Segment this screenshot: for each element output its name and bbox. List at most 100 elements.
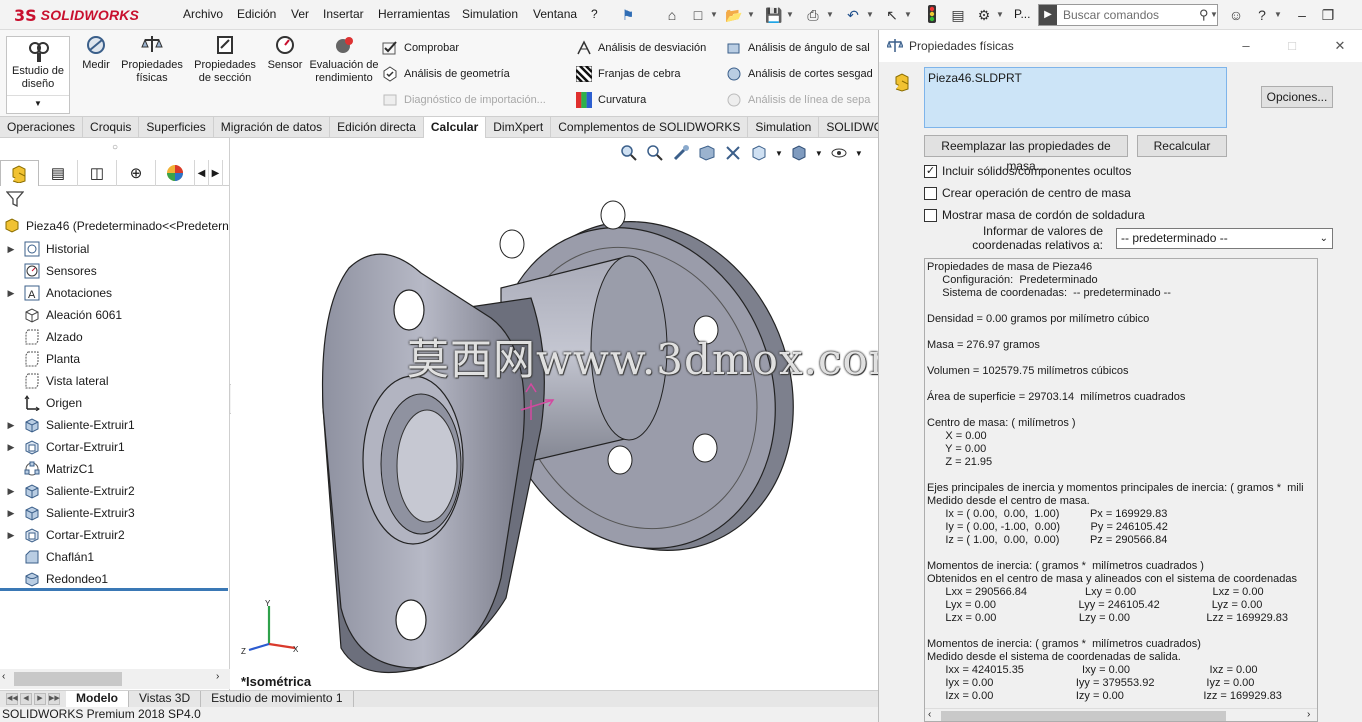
prev-tab-icon[interactable]: ◀ [20, 693, 32, 705]
menu-insertar[interactable]: Insertar [323, 7, 364, 21]
tree-item[interactable]: ▶ Saliente-Extruir2 [0, 480, 226, 502]
expand-arrow-icon[interactable]: ▶ [0, 244, 22, 255]
scroll-right-icon[interactable]: › [1307, 709, 1310, 720]
tree-item[interactable]: Vista lateral [0, 370, 226, 392]
chevron-down-icon[interactable]: ▼ [747, 5, 755, 25]
chevron-down-icon[interactable]: ▼ [1210, 5, 1218, 25]
tab-superficies[interactable]: Superficies [139, 117, 214, 138]
chevron-down-icon[interactable]: ▼ [866, 5, 874, 25]
home-icon[interactable]: ⌂ [662, 5, 682, 25]
expand-arrow-icon[interactable]: ▶ [0, 442, 22, 453]
measure-button[interactable]: Medir [76, 34, 116, 72]
curvature-button[interactable]: Curvatura [576, 90, 706, 110]
tabs-scroll-left-icon[interactable]: ◀ [195, 160, 209, 186]
help-icon[interactable]: ? [1252, 5, 1272, 25]
chevron-down-icon[interactable]: ▼ [826, 5, 834, 25]
chevron-down-icon[interactable]: ▼ [7, 95, 69, 111]
checkbox-checked-icon[interactable]: ✓ [924, 164, 937, 178]
tree-item[interactable]: Alzado [0, 326, 226, 348]
tab-featuremanager[interactable] [0, 160, 39, 186]
search-input[interactable]: Buscar comandos [1057, 8, 1199, 22]
coordinate-system-select[interactable]: -- predeterminado -- ⌄ [1116, 228, 1333, 249]
tree-horizontal-scrollbar[interactable]: ‹ › [0, 669, 230, 689]
create-center-of-mass-checkbox[interactable]: Crear operación de centro de masa [924, 186, 1131, 200]
tab-dimxpertmanager[interactable]: ⊕ [117, 160, 156, 186]
pin-icon[interactable]: ⚑ [618, 5, 638, 25]
show-weld-bead-mass-checkbox[interactable]: Mostrar masa de cordón de soldadura [924, 208, 1145, 222]
tab-simulation[interactable]: Simulation [748, 117, 820, 138]
menu-archivo[interactable]: Archivo [183, 7, 223, 21]
tab-edicion-directa[interactable]: Edición directa [330, 117, 424, 138]
section-properties-button[interactable]: Propiedades de sección [190, 34, 260, 85]
print-icon[interactable]: ⎙ [803, 5, 823, 25]
expand-arrow-icon[interactable]: ▶ [0, 486, 22, 497]
tab-estudio-movimiento[interactable]: Estudio de movimiento 1 [201, 691, 354, 707]
menu-ver[interactable]: Ver [291, 7, 309, 21]
scroll-left-icon[interactable]: ‹ [928, 709, 931, 720]
tree-item[interactable]: Sensores [0, 260, 226, 282]
menu-edicion[interactable]: Edición [237, 7, 276, 21]
rebuild-icon[interactable] [922, 5, 942, 25]
tree-item[interactable]: Redondeo1 [0, 568, 226, 590]
tree-item[interactable]: Aleación 6061 [0, 304, 226, 326]
menu-ventana[interactable]: Ventana [533, 7, 577, 21]
user-icon[interactable]: ☺ [1226, 5, 1246, 25]
geometry-analysis-button[interactable]: Análisis de geometría [382, 64, 546, 84]
panel-grip-icon[interactable]: ○ [0, 138, 230, 158]
close-icon[interactable]: ✕ [1325, 36, 1355, 56]
tab-complementos[interactable]: Complementos de SOLIDWORKS [551, 117, 749, 138]
menu-simulation[interactable]: Simulation [462, 7, 518, 21]
selected-items-list[interactable]: Pieza46.SLDPRT [924, 67, 1227, 128]
tree-root-part[interactable]: Pieza46 (Predeterminado<<Predetern [4, 216, 230, 236]
chevron-down-icon[interactable]: ▼ [710, 5, 718, 25]
tab-propertymanager[interactable]: ▤ [39, 160, 78, 186]
options-button[interactable]: Opciones... [1261, 86, 1333, 108]
tree-rollback-bar[interactable] [0, 588, 228, 591]
undercut-analysis-button[interactable]: Análisis de cortes sesgad [726, 64, 878, 84]
tab-vistas-3d[interactable]: Vistas 3D [129, 691, 202, 707]
first-tab-icon[interactable]: ◀◀ [6, 693, 18, 705]
results-vertical-scrollbar[interactable] [1321, 258, 1335, 722]
chevron-down-icon[interactable]: ▼ [904, 5, 912, 25]
save-icon[interactable]: 💾 [764, 5, 784, 25]
undo-icon[interactable]: ↶ [843, 5, 863, 25]
tab-configurationmanager[interactable]: ◫ [78, 160, 117, 186]
tab-operaciones[interactable]: Operaciones [0, 117, 84, 138]
selected-item[interactable]: Pieza46.SLDPRT [928, 71, 1022, 85]
last-tab-icon[interactable]: ▶▶ [48, 693, 60, 705]
restore-icon[interactable]: ❐ [1318, 5, 1338, 25]
graphics-viewport[interactable]: ▼ ▼ ▼ 莫西网www.3dmox.com Y X Z *Isométrica [231, 138, 878, 690]
deviation-analysis-button[interactable]: Análisis de desviación [576, 38, 706, 58]
tab-migracion-datos[interactable]: Migración de datos [214, 117, 331, 138]
solidworks-logo[interactable]: 3S SOLIDWORKS [14, 5, 139, 25]
include-hidden-bodies-checkbox[interactable]: ✓ Incluir sólidos/componentes ocultos [924, 164, 1131, 178]
results-horizontal-scrollbar[interactable]: ‹ › [925, 708, 1317, 721]
dialog-title-bar[interactable]: Propiedades físicas – □ ✕ [879, 30, 1362, 62]
next-tab-icon[interactable]: ▶ [34, 693, 46, 705]
select-cursor-icon[interactable]: ↖ [882, 5, 902, 25]
sensor-button[interactable]: Sensor [264, 34, 306, 72]
mass-properties-results[interactable]: Propiedades de masa de Pieza46 Configura… [924, 258, 1318, 722]
expand-arrow-icon[interactable]: ▶ [0, 530, 22, 541]
scrollbar-thumb[interactable] [14, 672, 122, 686]
tree-item[interactable]: ▶ Saliente-Extruir3 [0, 502, 226, 524]
chevron-down-icon[interactable]: ▼ [786, 5, 794, 25]
parting-line-analysis-button[interactable]: Análisis de línea de sepa [726, 90, 878, 110]
minimize-icon[interactable]: – [1231, 36, 1261, 56]
scrollbar-thumb[interactable] [941, 711, 1226, 721]
zebra-stripes-button[interactable]: Franjas de cebra [576, 64, 706, 84]
options-gear-icon[interactable]: ⚙ [974, 5, 994, 25]
expand-arrow-icon[interactable]: ▶ [0, 508, 22, 519]
recalculate-button[interactable]: Recalcular [1137, 135, 1227, 157]
tree-item[interactable]: Chaflán1 [0, 546, 226, 568]
part-model-render[interactable] [231, 138, 878, 690]
tree-item[interactable]: Origen [0, 392, 226, 414]
tab-displaymanager[interactable] [156, 160, 195, 186]
filter-icon[interactable] [5, 190, 26, 210]
quick-menu-label[interactable]: P... [1014, 7, 1030, 21]
chevron-down-icon[interactable]: ▼ [1274, 5, 1282, 25]
checkbox-icon[interactable] [924, 208, 937, 222]
expand-arrow-icon[interactable]: ▶ [0, 288, 22, 299]
override-mass-properties-button[interactable]: Reemplazar las propiedades de masa... [924, 135, 1128, 173]
scroll-right-icon[interactable]: › [216, 671, 219, 682]
